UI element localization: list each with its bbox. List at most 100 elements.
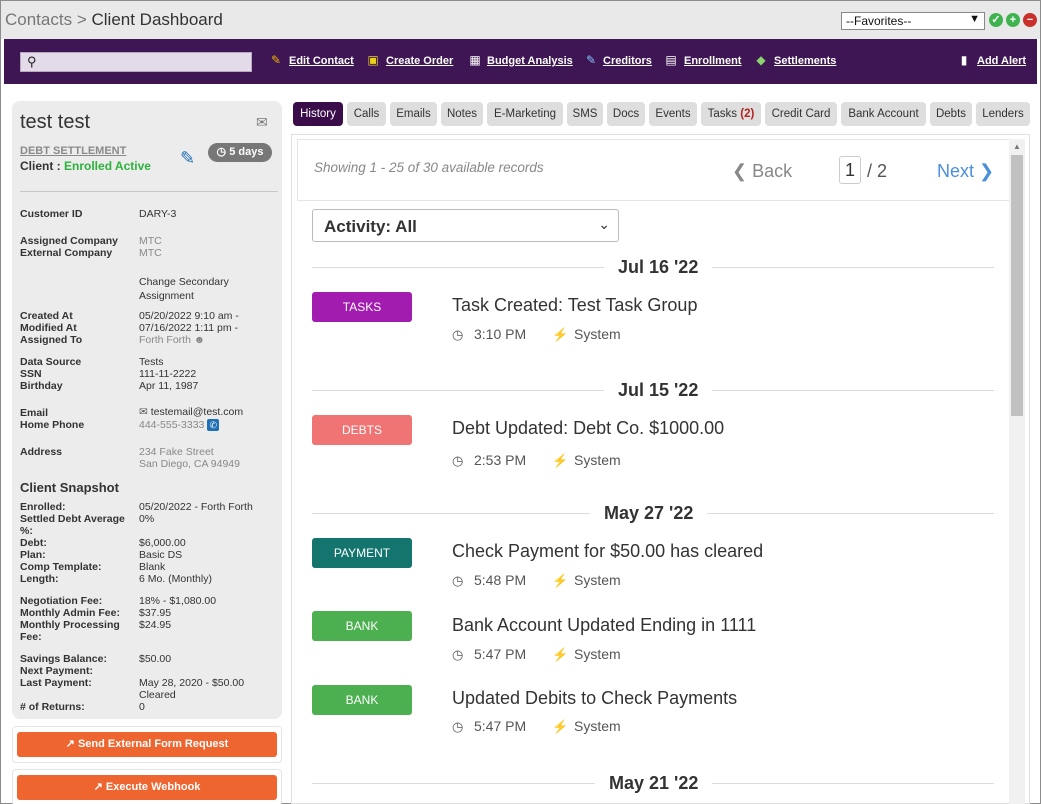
page-number-input[interactable]: 1 bbox=[839, 156, 861, 184]
clock-icon: ◷ bbox=[452, 573, 464, 588]
speech-bubble-icon: ▮ bbox=[960, 53, 968, 67]
history-entry-title[interactable]: Check Payment for $50.00 has cleared bbox=[452, 541, 763, 562]
history-entry-title[interactable]: Updated Debits to Check Payments bbox=[452, 688, 737, 709]
enrolled-label: Enrolled: bbox=[20, 501, 66, 513]
clock-icon: ◷ bbox=[452, 327, 464, 342]
breadcrumb: Contacts > Client Dashboard bbox=[5, 10, 223, 30]
lightning-icon: ⚡ bbox=[552, 327, 569, 342]
breadcrumb-contacts[interactable]: Contacts bbox=[5, 10, 72, 29]
enrolled-value: 05/20/2022 - Forth Forth bbox=[139, 501, 253, 513]
tab-emails[interactable]: Emails bbox=[390, 102, 437, 126]
created-at-value: 05/20/2022 9:10 am - bbox=[139, 310, 239, 322]
history-entry-meta: ◷ 2:53 PM ⚡ System bbox=[452, 452, 621, 469]
activity-filter-select[interactable]: Activity: All ⌄ bbox=[312, 209, 619, 242]
negotiation-fee-value: 18% - $1,080.00 bbox=[139, 595, 217, 607]
chevron-down-icon: ▼ bbox=[969, 13, 980, 25]
scrollbar-thumb[interactable] bbox=[1011, 155, 1023, 416]
customer-id-value: DARY-3 bbox=[139, 208, 177, 220]
history-entry-meta: ◷ 5:47 PM ⚡ System bbox=[452, 646, 621, 663]
enrollment-link[interactable]: Enrollment bbox=[684, 55, 741, 67]
history-entry-time: 2:53 PM bbox=[474, 452, 527, 468]
plan-value: Basic DS bbox=[139, 549, 183, 561]
add-alert-link[interactable]: Add Alert bbox=[977, 55, 1026, 67]
assigned-company-label: Assigned Company bbox=[20, 235, 119, 247]
external-company-value[interactable]: MTC bbox=[139, 247, 162, 259]
external-company-label: External Company bbox=[20, 247, 113, 259]
tab-credit-card[interactable]: Credit Card bbox=[765, 102, 837, 126]
monthly-admin-fee-value: $37.95 bbox=[139, 607, 172, 619]
add-icon[interactable]: + bbox=[1006, 13, 1020, 27]
tab-calls[interactable]: Calls bbox=[347, 102, 386, 126]
tab-debts[interactable]: Debts bbox=[930, 102, 972, 126]
favorites-select[interactable]: --Favorites-- ▼ bbox=[841, 12, 985, 30]
title-bar: Contacts > Client Dashboard --Favorites-… bbox=[1, 1, 1040, 39]
date-heading: Jul 16 '22 bbox=[604, 257, 713, 278]
execute-webhook-button[interactable]: ↗ Execute Webhook bbox=[17, 775, 277, 800]
check-icon[interactable]: ✓ bbox=[989, 13, 1003, 27]
divider bbox=[20, 191, 278, 192]
client-status: Client : Enrolled Active bbox=[20, 159, 151, 173]
home-phone-value[interactable]: 444-555-3333 ✆ bbox=[139, 419, 220, 431]
send-external-form-button[interactable]: ↗ Send External Form Request bbox=[17, 732, 277, 757]
plan-label: Plan: bbox=[20, 549, 46, 561]
back-button[interactable]: ❮ Back bbox=[732, 161, 792, 182]
remove-icon[interactable]: − bbox=[1023, 13, 1037, 27]
monthly-processing-fee-label: Monthly Processing Fee: bbox=[20, 619, 120, 643]
create-order-link[interactable]: Create Order bbox=[386, 55, 453, 67]
tab-docs[interactable]: Docs bbox=[607, 102, 645, 126]
settlements-link[interactable]: Settlements bbox=[774, 55, 836, 67]
chevron-left-icon: ❮ bbox=[732, 161, 748, 181]
edit-icon[interactable]: ✎ bbox=[180, 148, 195, 169]
savings-balance-value: $50.00 bbox=[139, 653, 172, 665]
modified-at-label: Modified At bbox=[20, 322, 77, 334]
lightning-icon: ⚡ bbox=[552, 647, 569, 662]
send-external-form-label: Send External Form Request bbox=[77, 738, 229, 750]
external-link-icon: ↗ bbox=[65, 738, 75, 750]
scrollbar[interactable]: ▲ bbox=[1009, 139, 1025, 804]
home-phone-label: Home Phone bbox=[20, 419, 85, 431]
tab-notes[interactable]: Notes bbox=[441, 102, 483, 126]
monthly-processing-fee-value: $24.95 bbox=[139, 619, 172, 631]
phone-icon[interactable]: ✆ bbox=[207, 419, 220, 431]
assigned-to-value[interactable]: Forth Forth ☻ bbox=[139, 334, 205, 346]
history-entry-meta: ◷ 5:48 PM ⚡ System bbox=[452, 572, 621, 589]
next-button[interactable]: Next ❯ bbox=[937, 161, 994, 182]
tab-events[interactable]: Events bbox=[649, 102, 697, 126]
envelope-icon[interactable]: ✉ bbox=[256, 114, 268, 131]
scroll-up-icon[interactable]: ▲ bbox=[1013, 142, 1021, 151]
tab-e-marketing[interactable]: E-Marketing bbox=[487, 102, 563, 126]
tab-lenders[interactable]: Lenders bbox=[976, 102, 1030, 126]
change-secondary-assignment-link[interactable]: Change Secondary Assignment bbox=[139, 275, 259, 303]
tab-tasks-count: (2) bbox=[740, 108, 755, 120]
webhook-card: ↗ Execute Webhook bbox=[12, 769, 282, 804]
lightning-icon: ⚡ bbox=[552, 719, 569, 734]
tab-tasks[interactable]: Tasks (2) bbox=[701, 102, 761, 126]
lightning-icon: ⚡ bbox=[552, 573, 569, 588]
creditors-link[interactable]: Creditors bbox=[603, 55, 652, 67]
date-heading: May 27 '22 bbox=[590, 503, 708, 524]
history-entry-title[interactable]: Debt Updated: Debt Co. $1000.00 bbox=[452, 418, 724, 439]
last-payment-label: Last Payment: bbox=[20, 677, 92, 689]
email-address: testemail@test.com bbox=[150, 406, 244, 418]
days-badge-label: 5 days bbox=[229, 146, 264, 158]
tab-sms[interactable]: SMS bbox=[567, 102, 603, 126]
email-value[interactable]: ✉ testemail@test.com bbox=[139, 406, 243, 418]
last-payment-value: May 28, 2020 - $50.00 bbox=[139, 677, 245, 689]
history-entry-title[interactable]: Bank Account Updated Ending in 1111 bbox=[452, 615, 756, 636]
breadcrumb-separator: > bbox=[76, 10, 87, 29]
history-entry-title[interactable]: Task Created: Test Task Group bbox=[452, 295, 697, 316]
date-heading: May 21 '22 bbox=[595, 773, 713, 794]
page-title: Client Dashboard bbox=[91, 10, 223, 29]
search-icon: ⚲ bbox=[27, 54, 37, 69]
home-phone-number: 444-555-3333 bbox=[139, 419, 205, 431]
edit-contact-link[interactable]: Edit Contact bbox=[289, 55, 354, 67]
history-entry-meta: ◷ 3:10 PM ⚡ System bbox=[452, 326, 621, 343]
assigned-company-value[interactable]: MTC bbox=[139, 235, 162, 247]
date-heading: Jul 15 '22 bbox=[604, 380, 713, 401]
search-input[interactable]: ⚲ bbox=[20, 52, 252, 72]
tab-history[interactable]: History bbox=[293, 102, 343, 126]
budget-analysis-link[interactable]: Budget Analysis bbox=[487, 55, 573, 67]
program-link[interactable]: DEBT SETTLEMENT bbox=[20, 145, 126, 157]
tab-bank-account[interactable]: Bank Account bbox=[841, 102, 926, 126]
history-entry-time: 5:47 PM bbox=[474, 718, 527, 734]
